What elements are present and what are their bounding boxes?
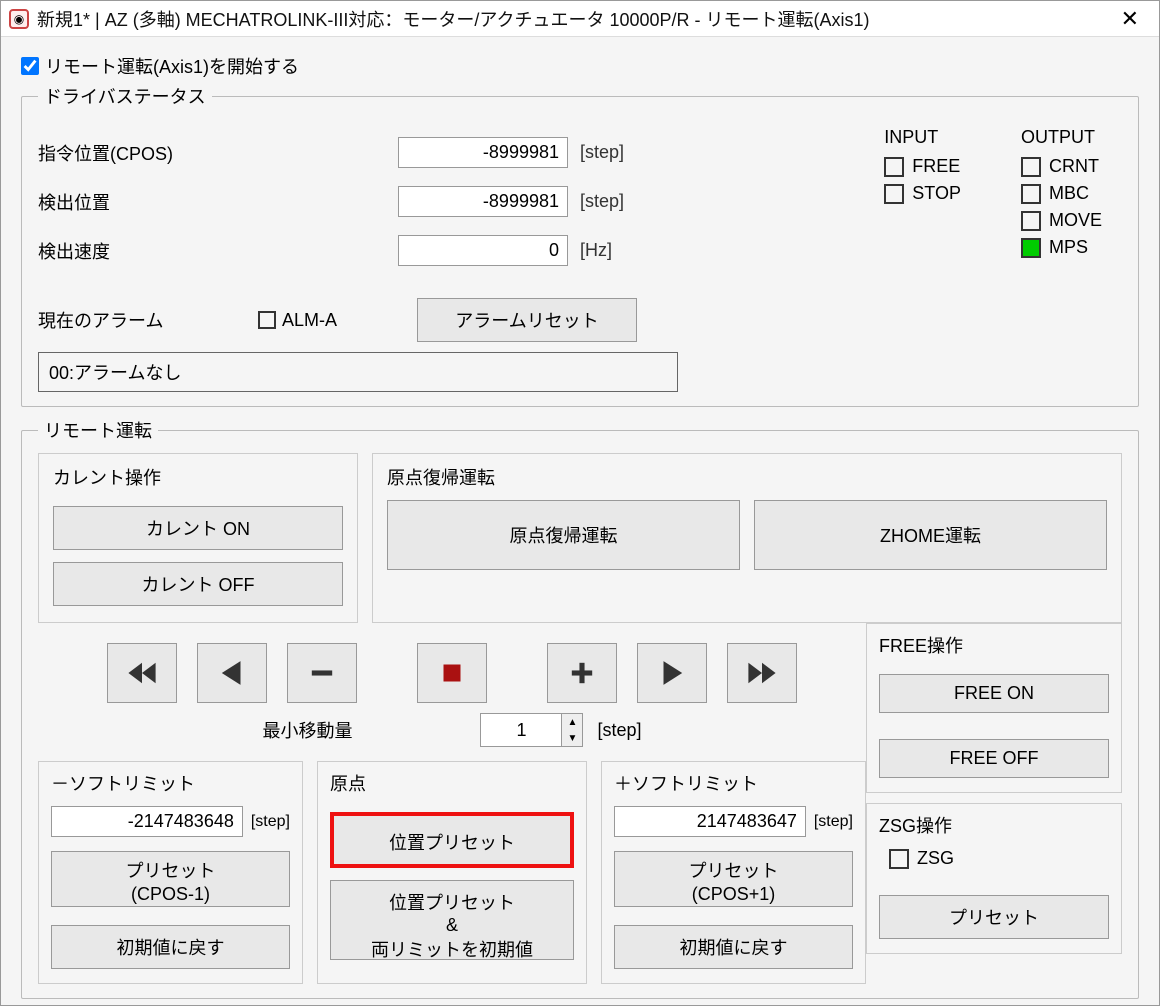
softlimit-neg-unit: [step] (251, 813, 290, 831)
zsg-indicator (889, 849, 909, 869)
fast-forward-icon (745, 656, 779, 690)
app-icon: ◉ (9, 9, 29, 29)
minmove-unit: [step] (597, 720, 641, 741)
softlimit-pos-unit: [step] (814, 813, 853, 831)
close-icon[interactable]: ✕ (1109, 2, 1151, 36)
position-preset-both-button[interactable]: 位置プリセット & 両リミットを初期値 (330, 880, 574, 960)
output-title: OUTPUT (1021, 127, 1102, 148)
current-alarm-label: 現在のアラーム (38, 307, 238, 333)
minmove-label: 最小移動量 (262, 717, 352, 743)
output-move-label: MOVE (1049, 210, 1102, 231)
start-remote-label: リモート運転(Axis1)を開始する (45, 53, 299, 79)
home-title: 原点復帰運転 (387, 464, 1107, 490)
detect-pos-unit: [step] (580, 191, 624, 212)
jog-forward-button[interactable] (637, 643, 707, 703)
current-on-button[interactable]: カレント ON (53, 506, 343, 550)
minmove-input[interactable] (481, 714, 561, 746)
remote-operation-group: リモート運転 カレント操作 カレント ON カレント OFF 原点復帰運転 原点… (21, 417, 1139, 999)
softlimit-neg-reset-button[interactable]: 初期値に戻す (51, 925, 290, 969)
cpos-value: -8999981 (398, 137, 568, 168)
softlimit-pos-reset-button[interactable]: 初期値に戻す (614, 925, 853, 969)
alarm-text-field: 00:アラームなし (38, 352, 678, 392)
preset-cpos-plus1-button[interactable]: プリセット (CPOS+1) (614, 851, 853, 907)
output-column: OUTPUT CRNT MBC MOVE MPS (1021, 127, 1102, 284)
current-title: カレント操作 (53, 464, 343, 490)
softlimit-pos-title: ＋ソフトリミット (614, 770, 853, 796)
zhome-button[interactable]: ZHOME運転 (754, 500, 1107, 570)
minus-icon (305, 656, 339, 690)
minmove-up-button[interactable]: ▲ (562, 714, 582, 730)
cpos-label: 指令位置(CPOS) (38, 140, 238, 166)
output-mbc-indicator (1021, 184, 1041, 204)
input-title: INPUT (884, 127, 961, 148)
jog-minus-button[interactable] (287, 643, 357, 703)
input-free-label: FREE (912, 156, 960, 177)
start-remote-checkbox[interactable] (21, 57, 39, 75)
zsg-preset-button[interactable]: プリセット (879, 895, 1109, 939)
jog-fast-reverse-button[interactable] (107, 643, 177, 703)
cpos-unit: [step] (580, 142, 624, 163)
detect-pos-value: -8999981 (398, 186, 568, 217)
detect-speed-label: 検出速度 (38, 238, 238, 264)
app-window: ◉ 新規1* | AZ (多軸) MECHATROLINK-III対応：モーター… (0, 0, 1160, 1006)
titlebar: ◉ 新規1* | AZ (多軸) MECHATROLINK-III対応：モーター… (1, 1, 1159, 37)
detect-speed-unit: [Hz] (580, 240, 612, 261)
input-free-indicator (884, 157, 904, 177)
start-remote-checkbox-row[interactable]: リモート運転(Axis1)を開始する (21, 53, 1139, 79)
driver-status-group: ドライバステータス 指令位置(CPOS) -8999981 [step] 検出位… (21, 83, 1139, 407)
jog-fast-forward-button[interactable] (727, 643, 797, 703)
output-crnt-indicator (1021, 157, 1041, 177)
window-title: 新規1* | AZ (多軸) MECHATROLINK-III対応：モーター/ア… (37, 6, 870, 32)
plus-icon (565, 656, 599, 690)
alm-a-indicator (258, 311, 276, 329)
output-crnt-label: CRNT (1049, 156, 1099, 177)
output-move-indicator (1021, 211, 1041, 231)
input-stop-label: STOP (912, 183, 961, 204)
zsg-label: ZSG (917, 848, 954, 869)
output-mbc-label: MBC (1049, 183, 1089, 204)
jog-plus-button[interactable] (547, 643, 617, 703)
rewind-icon (125, 656, 159, 690)
free-title: FREE操作 (879, 632, 1109, 658)
jog-stop-button[interactable] (417, 643, 487, 703)
output-mps-indicator (1021, 238, 1041, 258)
minmove-spinner[interactable]: ▲▼ (480, 713, 583, 747)
zsg-title: ZSG操作 (879, 812, 1109, 838)
input-stop-indicator (884, 184, 904, 204)
minmove-down-button[interactable]: ▼ (562, 730, 582, 746)
alm-a-label: ALM-A (282, 310, 337, 331)
origin-title: 原点 (330, 770, 574, 796)
driver-status-legend: ドライバステータス (38, 83, 212, 109)
stop-icon (435, 656, 469, 690)
play-icon (655, 656, 689, 690)
output-mps-label: MPS (1049, 237, 1088, 258)
detect-speed-value: 0 (398, 235, 568, 266)
jog-reverse-button[interactable] (197, 643, 267, 703)
softlimit-neg-title: －ソフトリミット (51, 770, 290, 796)
current-off-button[interactable]: カレント OFF (53, 562, 343, 606)
free-off-button[interactable]: FREE OFF (879, 739, 1109, 778)
play-reverse-icon (215, 656, 249, 690)
remote-operation-legend: リモート運転 (38, 417, 158, 443)
softlimit-neg-value[interactable]: -2147483648 (51, 806, 243, 837)
alarm-reset-button[interactable]: アラームリセット (417, 298, 637, 342)
free-on-button[interactable]: FREE ON (879, 674, 1109, 713)
input-column: INPUT FREE STOP (884, 127, 961, 284)
softlimit-pos-value[interactable]: 2147483647 (614, 806, 806, 837)
preset-cpos-minus1-button[interactable]: プリセット (CPOS-1) (51, 851, 290, 907)
position-preset-button[interactable]: 位置プリセット (330, 812, 574, 868)
detect-pos-label: 検出位置 (38, 189, 238, 215)
home-return-button[interactable]: 原点復帰運転 (387, 500, 740, 570)
